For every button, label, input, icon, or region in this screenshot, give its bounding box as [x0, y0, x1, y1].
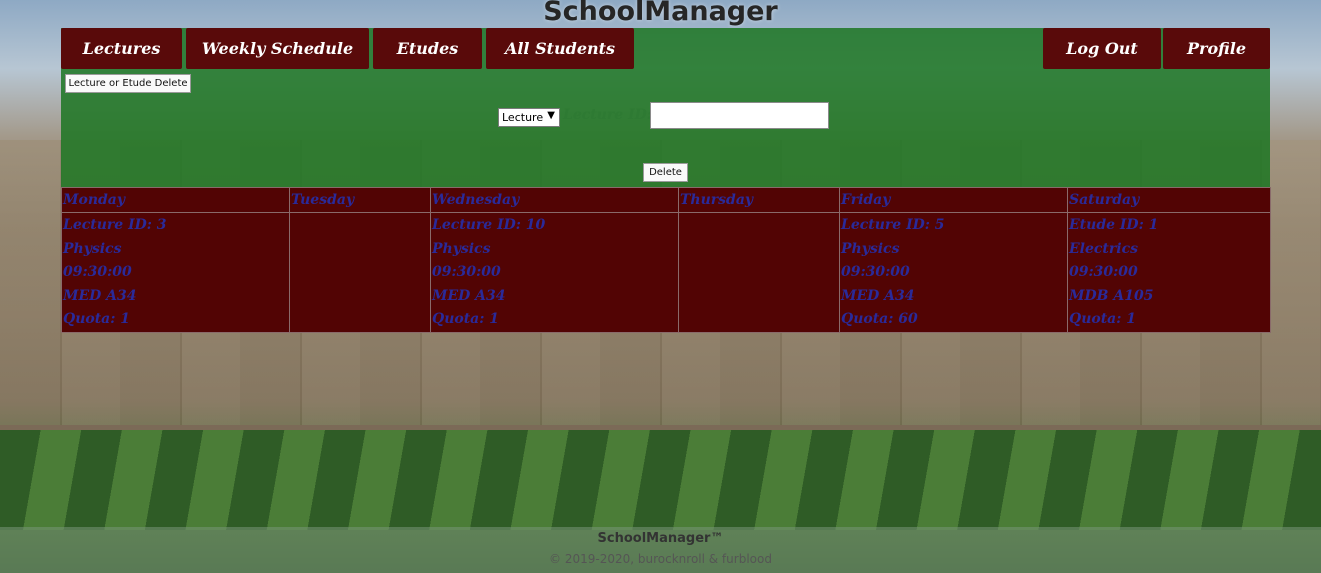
day-header: Friday [839, 187, 1068, 213]
delete-button[interactable]: Delete [643, 163, 688, 182]
entry-quota: Quota: 1 [63, 311, 131, 327]
day-header: Thursday [678, 187, 840, 213]
footer-brand: SchoolManager™ [597, 531, 724, 546]
entry-id: Lecture ID: 3 [63, 217, 167, 233]
background-lawn [0, 430, 1321, 530]
nav-weekly-schedule-button[interactable]: Weekly Schedule [186, 28, 369, 69]
lecture-id-label: Lecture ID: [563, 107, 652, 123]
entry-subject: Physics [432, 240, 491, 257]
entry-time [291, 260, 429, 284]
entry-room: MED A34 [841, 287, 915, 304]
schedule-cell-tuesday [289, 212, 431, 333]
entry-room: MED A34 [63, 287, 137, 304]
site-title: SchoolManager [543, 0, 778, 27]
footer-copyright: © 2019-2020, burocknroll & furblood [549, 552, 772, 566]
entry-quota [680, 307, 838, 331]
entry-time: 09:30:00 [63, 264, 132, 280]
entry-id: Lecture ID: 5 [841, 217, 945, 233]
entry-quota: Quota: 1 [1069, 311, 1137, 327]
entry-time: 09:30:00 [432, 264, 501, 280]
entry-room: MED A34 [432, 287, 506, 304]
schedule-row: Lecture ID: 3 Physics 09:30:00 MED A34 Q… [61, 212, 1271, 333]
type-select-value: Lecture [502, 111, 544, 124]
entry-subject [291, 237, 429, 261]
weekly-schedule-table: Monday Tuesday Wednesday Thursday Friday… [61, 187, 1271, 333]
entry-quota: Quota: 60 [841, 311, 918, 327]
entry-subject: Physics [63, 240, 122, 257]
schedule-cell-friday: Lecture ID: 5 Physics 09:30:00 MED A34 Q… [839, 212, 1068, 333]
nav-lectures-button[interactable]: Lectures [61, 28, 182, 69]
entry-subject [680, 237, 838, 261]
schedule-header-row: Monday Tuesday Wednesday Thursday Friday… [61, 187, 1271, 213]
entry-id [291, 214, 429, 237]
entry-quota: Quota: 1 [432, 311, 500, 327]
schedule-cell-monday: Lecture ID: 3 Physics 09:30:00 MED A34 Q… [61, 212, 290, 333]
entry-room: MDB A105 [1069, 287, 1154, 304]
day-header: Monday [61, 187, 290, 213]
lecture-id-input[interactable] [650, 102, 829, 129]
entry-quota [291, 307, 429, 331]
entry-time: 09:30:00 [841, 264, 910, 280]
day-header: Saturday [1067, 187, 1271, 213]
entry-room [680, 284, 838, 308]
entry-room [291, 284, 429, 308]
delete-mode-button[interactable]: Lecture or Etude Delete [65, 74, 191, 93]
entry-id [680, 214, 838, 237]
entry-time [680, 260, 838, 284]
nav-all-students-button[interactable]: All Students [486, 28, 634, 69]
schedule-cell-saturday: Etude ID: 1 Electrics 09:30:00 MDB A105 … [1067, 212, 1271, 333]
chevron-down-icon: ▼ [547, 110, 555, 121]
day-header: Tuesday [289, 187, 431, 213]
footer: SchoolManager™ © 2019-2020, burocknroll … [0, 527, 1321, 573]
entry-id: Etude ID: 1 [1069, 217, 1159, 233]
nav-profile-button[interactable]: Profile [1163, 28, 1270, 69]
schedule-cell-wednesday: Lecture ID: 10 Physics 09:30:00 MED A34 … [430, 212, 679, 333]
nav-log-out-button[interactable]: Log Out [1043, 28, 1161, 69]
entry-time: 09:30:00 [1069, 264, 1138, 280]
day-header: Wednesday [430, 187, 679, 213]
nav-etudes-button[interactable]: Etudes [373, 28, 482, 69]
entry-subject: Electrics [1069, 240, 1138, 257]
entry-subject: Physics [841, 240, 900, 257]
type-select[interactable]: Lecture ▼ [498, 108, 560, 127]
entry-id: Lecture ID: 10 [432, 217, 546, 233]
schedule-cell-thursday [678, 212, 840, 333]
